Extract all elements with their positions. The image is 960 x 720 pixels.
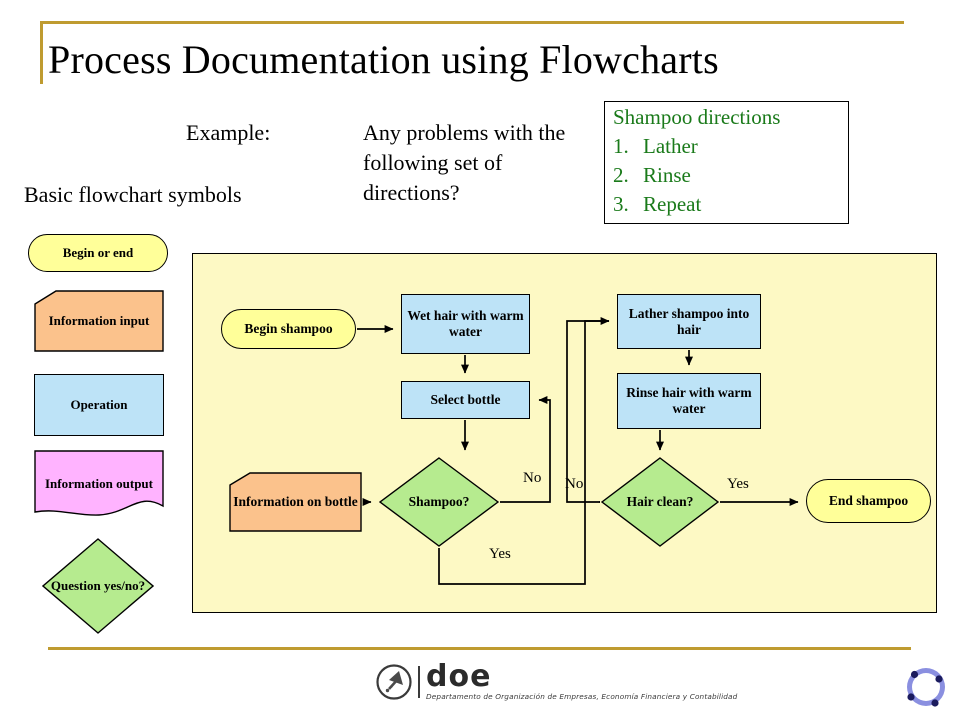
edge-label-hairclean-yes: Yes	[727, 476, 749, 492]
directions-item-3: 3. Repeat	[613, 190, 848, 219]
flow-node-wet-hair: Wet hair with warm water	[401, 294, 530, 354]
legend-label-begin-or-end: Begin or end	[62, 245, 134, 260]
edge-label-shampoo-yes: Yes	[489, 546, 511, 562]
corner-circle-logo-icon	[907, 668, 945, 707]
flow-node-lather-shampoo-label: Lather shampoo into hair	[628, 305, 750, 337]
flow-node-information-on-bottle-label: Information on bottle	[233, 494, 358, 509]
basic-symbols-label: Basic flowchart symbols	[24, 182, 242, 207]
directions-item-1: 1. Lather	[613, 132, 848, 161]
directions-heading: Shampoo directions	[613, 105, 781, 129]
flow-node-rinse-hair-label: Rinse hair with warm water	[626, 385, 752, 416]
legend-symbol-operation: Operation	[34, 374, 164, 436]
flow-node-select-bottle: Select bottle	[401, 381, 530, 419]
footer-logo: doe Departamento de Organización de Empr…	[376, 659, 737, 704]
flow-node-end-shampoo-label: End shampoo	[828, 493, 909, 508]
logo-wordmark: doe	[426, 659, 492, 694]
directions-item-3-text: Repeat	[643, 192, 702, 216]
flow-node-begin-shampoo-label: Begin shampoo	[244, 321, 333, 336]
top-rule-vertical	[40, 21, 43, 84]
flow-node-select-bottle-label: Select bottle	[430, 392, 501, 407]
flow-node-hair-clean-decision: Hair clean?	[601, 457, 719, 547]
legend-label-information-input: Information input	[48, 313, 150, 328]
footer-rule	[48, 647, 911, 650]
directions-item-2-text: Rinse	[643, 163, 691, 187]
directions-item-2: 2. Rinse	[613, 161, 848, 190]
legend-symbol-begin-or-end: Begin or end	[28, 234, 168, 272]
legend-label-question: Question yes/no?	[50, 578, 146, 593]
flow-node-shampoo-decision-label: Shampoo?	[408, 494, 470, 509]
flow-node-shampoo-decision: Shampoo?	[379, 457, 499, 547]
directions-item-1-number: 1.	[613, 134, 629, 158]
directions-item-1-text: Lather	[643, 134, 698, 158]
shampoo-directions-box: Shampoo directions 1. Lather 2. Rinse 3. Re…	[604, 101, 849, 224]
flow-node-rinse-hair: Rinse hair with warm water	[617, 373, 761, 429]
flow-node-hair-clean-decision-label: Hair clean?	[626, 494, 694, 509]
logo-subtitle: Departamento de Organización de Empresas…	[426, 692, 738, 701]
top-rule-horizontal	[40, 21, 904, 24]
legend-label-operation: Operation	[70, 397, 128, 412]
page-title: Process Documentation using Flowcharts	[48, 37, 719, 82]
edge-label-shampoo-no: No	[523, 470, 542, 486]
directions-item-3-number: 3.	[613, 192, 629, 216]
flow-node-lather-shampoo: Lather shampoo into hair	[617, 294, 761, 349]
directions-item-2-number: 2.	[613, 163, 629, 187]
problem-question-text: Any problems with the following set of d…	[363, 120, 566, 205]
logo-divider	[418, 666, 420, 698]
example-label: Example:	[186, 120, 271, 145]
flowchart-canvas: Begin shampoo Wet hair with warm water S…	[192, 253, 937, 613]
legend-symbol-information-input: Information input	[34, 290, 164, 352]
flow-node-information-on-bottle: Information on bottle	[229, 472, 362, 532]
flow-node-end-shampoo: End shampoo	[806, 479, 931, 523]
slide-canvas: Process Documentation using Flowcharts E…	[0, 0, 960, 720]
flow-node-begin-shampoo: Begin shampoo	[221, 309, 356, 349]
flow-node-wet-hair-label: Wet hair with warm water	[407, 308, 524, 339]
flowchart-connectors	[357, 317, 799, 585]
legend-label-information-output: Information output	[45, 476, 153, 491]
legend-symbol-information-output: Information output	[34, 450, 164, 518]
doe-emblem-icon	[376, 664, 412, 700]
edge-label-hairclean-no: No	[565, 476, 584, 492]
legend-symbol-question: Question yes/no?	[42, 538, 154, 634]
